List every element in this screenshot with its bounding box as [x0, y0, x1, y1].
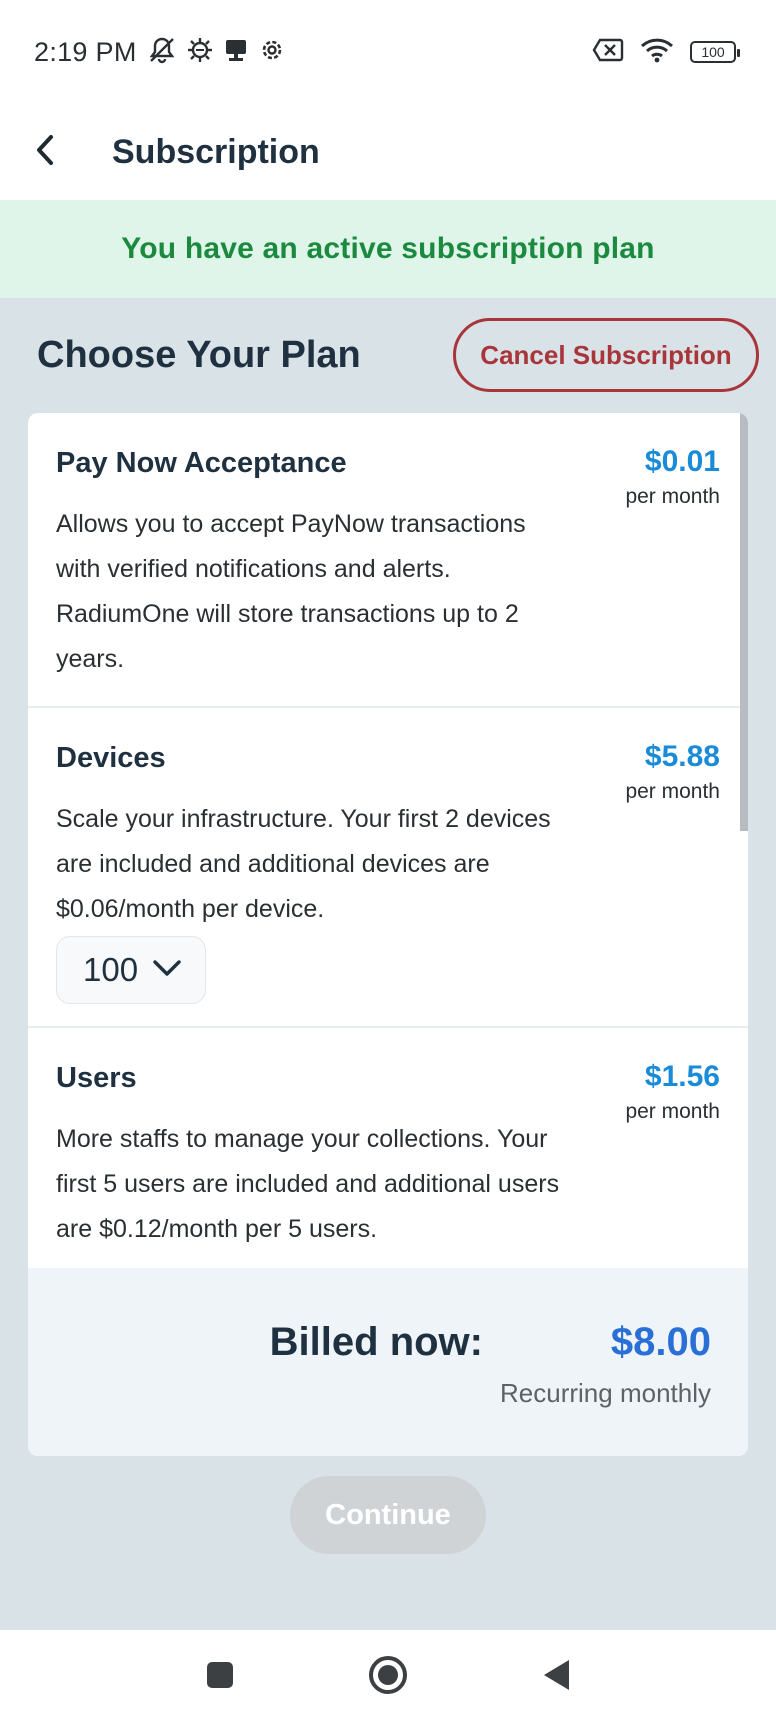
- scrollbar-thumb[interactable]: [740, 413, 748, 831]
- plan-name: Devices: [56, 742, 166, 774]
- plan-description: More staffs to manage your collections. …: [56, 1125, 560, 1243]
- home-button[interactable]: [363, 1652, 413, 1702]
- choose-plan-title: Choose Your Plan: [37, 333, 361, 376]
- back-nav-button[interactable]: [531, 1652, 581, 1702]
- continue-button[interactable]: Continue: [290, 1476, 486, 1554]
- banner-text: You have an active subscription plan: [121, 232, 655, 265]
- plan-name: Pay Now Acceptance: [56, 447, 347, 479]
- page-title: Subscription: [112, 132, 320, 171]
- status-bar: 2:19 PM 100: [0, 0, 776, 104]
- system-nav-bar: [0, 1630, 776, 1724]
- plan-price-period: per month: [625, 1100, 720, 1123]
- plans-list[interactable]: Pay Now Acceptance $0.01 per month Allow…: [28, 413, 748, 1268]
- sim-off-icon: [592, 38, 624, 67]
- device-quantity-dropdown[interactable]: 100: [56, 936, 206, 1004]
- back-button[interactable]: [0, 104, 94, 200]
- home-circle-icon: [367, 1654, 409, 1701]
- billed-note: Recurring monthly: [500, 1378, 711, 1408]
- status-icons-right: 100: [592, 37, 740, 68]
- plan-description: Scale your infrastructure. Your first 2 …: [56, 805, 551, 923]
- plan-price-period: per month: [625, 485, 720, 508]
- billed-panel: Billed now: $8.00 Recurring monthly: [28, 1268, 748, 1456]
- cancel-subscription-button[interactable]: Cancel Subscription: [453, 318, 759, 392]
- gear-bug-icon: [187, 37, 213, 68]
- plan-price-period: per month: [625, 780, 720, 803]
- plan-price: $1.56 per month: [625, 1060, 720, 1124]
- plan-description: Allows you to accept PayNow transactions…: [56, 510, 526, 673]
- plan-name: Users: [56, 1062, 137, 1094]
- wifi-icon: [640, 37, 674, 68]
- active-subscription-banner: You have an active subscription plan: [0, 200, 776, 298]
- square-icon: [205, 1660, 235, 1695]
- device-quantity-value: 100: [83, 951, 139, 988]
- plan-item-paynow: Pay Now Acceptance $0.01 per month Allow…: [28, 413, 748, 708]
- plan-price-amount: $1.56: [644, 1060, 720, 1093]
- subscription-screen: 2:19 PM 100 Subscription You have an act…: [0, 0, 776, 1724]
- plan-price: $5.88 per month: [625, 740, 720, 804]
- cast-icon: [223, 37, 249, 68]
- status-time: 2:19 PM: [34, 36, 137, 67]
- plan-item-devices: Devices $5.88 per month Scale your infra…: [28, 708, 748, 1028]
- recents-button[interactable]: [195, 1652, 245, 1702]
- plan-item-users: Users $1.56 per month More staffs to man…: [28, 1028, 748, 1268]
- battery-icon: 100: [690, 41, 740, 63]
- plan-price-amount: $0.01: [644, 445, 720, 478]
- chevron-left-icon: [31, 133, 61, 172]
- triangle-back-icon: [541, 1658, 571, 1697]
- billed-amount: $8.00: [610, 1320, 711, 1364]
- plan-price-amount: $5.88: [644, 740, 720, 773]
- app-bar: Subscription: [0, 104, 776, 200]
- mute-bell-icon: [147, 35, 177, 70]
- plans-card: Pay Now Acceptance $0.01 per month Allow…: [28, 413, 748, 1456]
- plan-price: $0.01 per month: [625, 445, 720, 509]
- status-icons-left: [147, 35, 285, 70]
- plan-header: Choose Your Plan Cancel Subscription: [0, 298, 776, 412]
- chevron-down-icon: [152, 958, 182, 983]
- settings-icon: [259, 37, 285, 68]
- billed-label: Billed now:: [269, 1320, 483, 1364]
